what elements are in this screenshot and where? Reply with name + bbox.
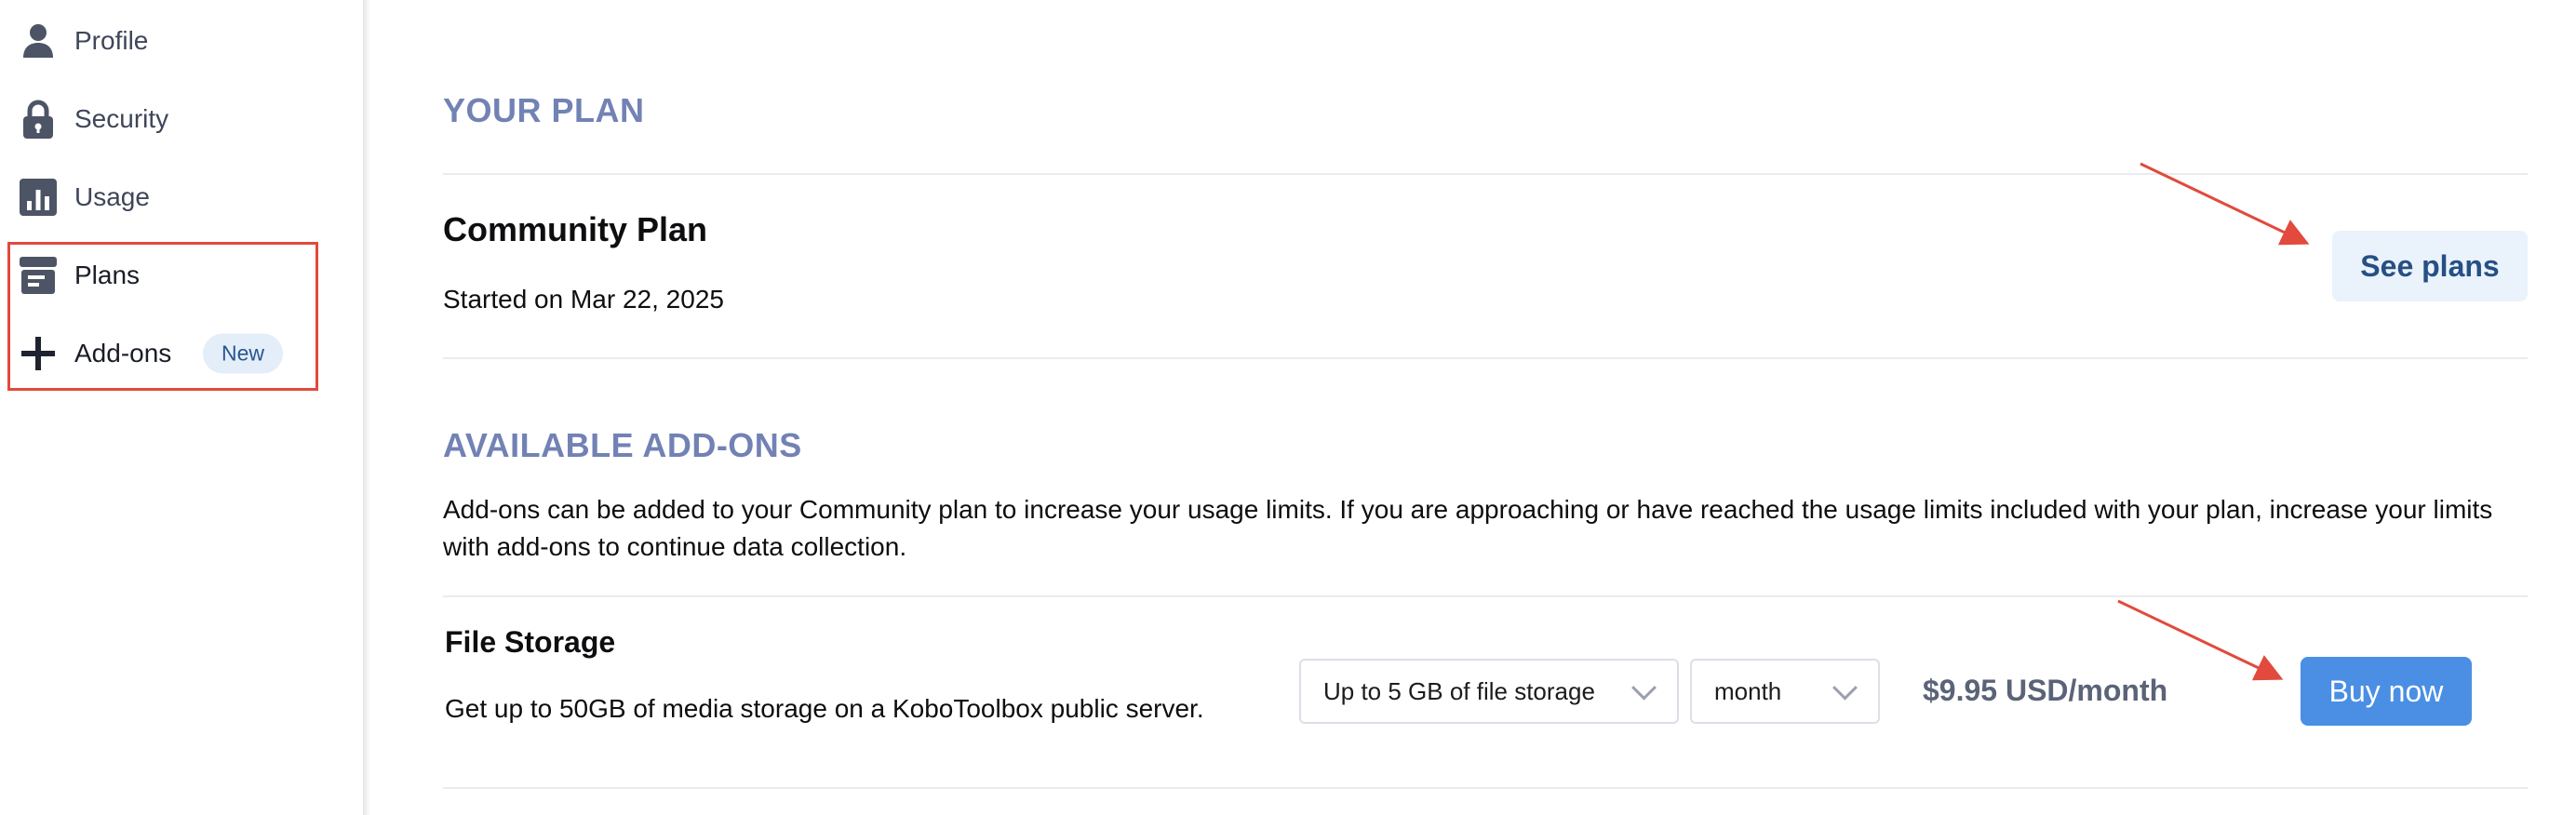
lock-icon bbox=[19, 100, 58, 139]
divider bbox=[443, 357, 2528, 359]
product-price: $9.95 USD/month bbox=[1923, 674, 2168, 707]
account-page: Profile Security Usage Plans Add-ons New… bbox=[0, 0, 2576, 815]
storage-amount-value: Up to 5 GB of file storage bbox=[1323, 676, 1595, 705]
sidebar-item-security[interactable]: Security bbox=[0, 80, 363, 158]
product-name: File Storage bbox=[445, 625, 616, 659]
chevron-down-icon bbox=[1832, 675, 1858, 701]
main-content: YOUR PLAN Community Plan Started on Mar … bbox=[443, 0, 2528, 815]
bar-chart-icon bbox=[19, 178, 58, 217]
account-sidebar: Profile Security Usage Plans Add-ons New bbox=[0, 0, 363, 815]
sidebar-item-profile[interactable]: Profile bbox=[0, 2, 363, 80]
billing-period-select[interactable]: month bbox=[1690, 659, 1880, 724]
buy-now-button[interactable]: Buy now bbox=[2301, 657, 2472, 726]
plan-name: Community Plan bbox=[443, 210, 708, 248]
sidebar-item-label: Security bbox=[74, 104, 169, 133]
billing-period-value: month bbox=[1714, 676, 1782, 705]
your-plan-heading: YOUR PLAN bbox=[443, 91, 645, 129]
person-icon bbox=[19, 21, 58, 60]
see-plans-button[interactable]: See plans bbox=[2332, 231, 2528, 301]
sidebar-divider-shadow bbox=[363, 0, 370, 815]
annotation-highlight-box bbox=[7, 242, 318, 391]
add-ons-description: Add-ons can be added to your Community p… bbox=[443, 495, 2493, 561]
sidebar-item-label: Profile bbox=[74, 26, 149, 55]
divider bbox=[443, 595, 2528, 597]
sidebar-item-label: Usage bbox=[74, 182, 150, 211]
sidebar-item-usage[interactable]: Usage bbox=[0, 158, 363, 236]
product-description: Get up to 50GB of media storage on a Kob… bbox=[445, 694, 1204, 723]
available-add-ons-heading: AVAILABLE ADD-ONS bbox=[443, 426, 802, 464]
divider bbox=[443, 787, 2528, 789]
plan-start-date: Started on Mar 22, 2025 bbox=[443, 285, 724, 314]
storage-amount-select[interactable]: Up to 5 GB of file storage bbox=[1299, 659, 1679, 724]
chevron-down-icon bbox=[1631, 675, 1657, 701]
divider bbox=[443, 173, 2528, 175]
